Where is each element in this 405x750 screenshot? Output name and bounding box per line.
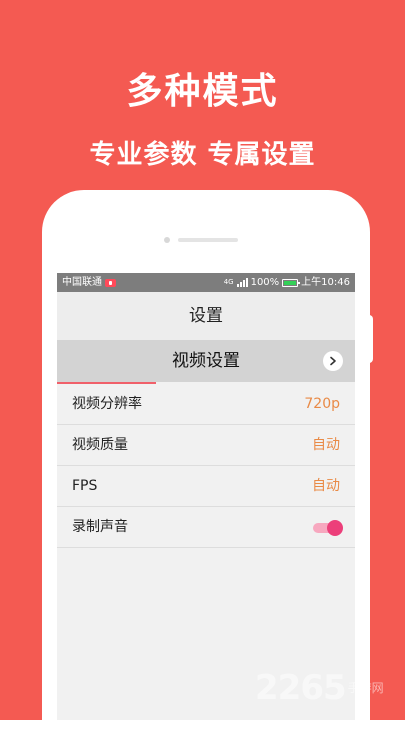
phone-side-button bbox=[365, 315, 373, 363]
phone-screen: 中国联通 4G 100% 上午10:46 设置 视频设置 视频分辨率 720p bbox=[57, 273, 355, 720]
battery-percent: 100% bbox=[250, 277, 280, 288]
network-label: 4G bbox=[223, 278, 234, 286]
page-title: 设置 bbox=[57, 292, 355, 340]
promo-subline: 专业参数 专属设置 bbox=[89, 140, 316, 170]
setting-value[interactable]: 自动 bbox=[312, 466, 340, 507]
setting-label: 视频分辨率 bbox=[72, 396, 142, 412]
setting-label: 视频质量 bbox=[72, 437, 128, 453]
setting-label: FPS bbox=[72, 478, 98, 494]
camera-icon bbox=[164, 237, 170, 243]
setting-value[interactable]: 720p bbox=[304, 384, 340, 425]
battery-icon bbox=[282, 278, 301, 287]
section-header-video[interactable]: 视频设置 bbox=[57, 340, 355, 382]
speaker-grille bbox=[178, 238, 238, 242]
setting-row-fps[interactable]: FPS 自动 bbox=[57, 466, 355, 507]
clock: 上午10:46 bbox=[301, 277, 350, 288]
chevron-right-icon[interactable] bbox=[323, 351, 343, 371]
recording-icon bbox=[105, 278, 116, 287]
promo-headline: 多种模式 bbox=[126, 71, 279, 112]
setting-row-resolution[interactable]: 视频分辨率 720p bbox=[57, 384, 355, 425]
section-title: 视频设置 bbox=[172, 351, 240, 371]
setting-value[interactable]: 自动 bbox=[312, 425, 340, 466]
carrier-label: 中国联通 bbox=[62, 277, 102, 288]
toggle-knob bbox=[327, 520, 343, 536]
setting-row-quality[interactable]: 视频质量 自动 bbox=[57, 425, 355, 466]
signal-icon bbox=[236, 278, 248, 287]
audio-toggle[interactable] bbox=[313, 520, 343, 536]
watermark-number: 2265 bbox=[255, 668, 347, 708]
setting-label: 录制声音 bbox=[72, 519, 128, 535]
status-bar: 中国联通 4G 100% 上午10:46 bbox=[57, 273, 355, 292]
setting-row-audio[interactable]: 录制声音 bbox=[57, 507, 355, 548]
watermark-logo: 2265 手游网 bbox=[255, 668, 384, 708]
settings-list: 视频分辨率 720p 视频质量 自动 FPS 自动 录制声音 bbox=[57, 384, 355, 548]
watermark-text: 手游网 bbox=[347, 681, 384, 695]
